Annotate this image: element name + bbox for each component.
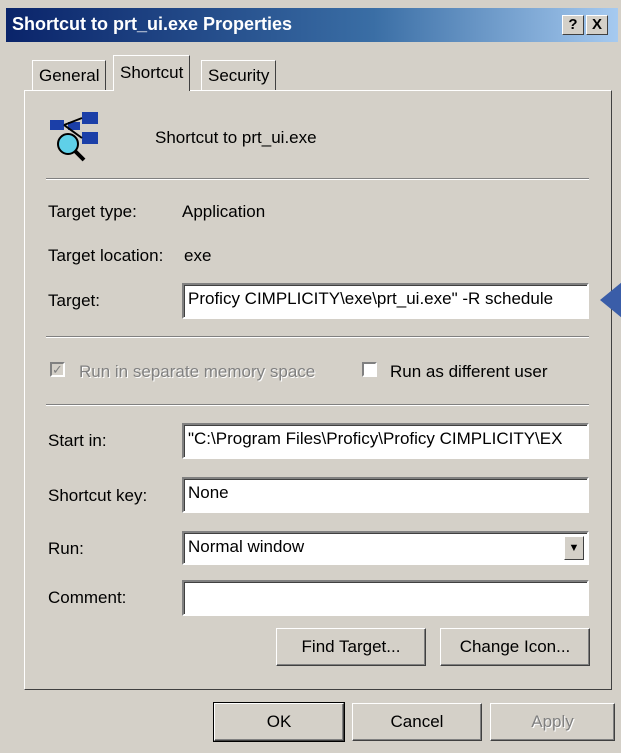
tab-security[interactable]: Security (201, 60, 277, 90)
tab-general[interactable]: General (32, 60, 107, 90)
target-type-label: Target type: (48, 202, 137, 221)
callout-arrow (600, 282, 621, 318)
tab-shortcut[interactable]: Shortcut (113, 55, 191, 91)
apply-button[interactable]: Apply (490, 703, 615, 741)
different-user-checkbox[interactable] (362, 362, 377, 377)
separator (46, 404, 589, 406)
cancel-button[interactable]: Cancel (352, 703, 482, 741)
target-label: Target: (48, 291, 100, 310)
start-in-input[interactable]: "C:\Program Files\Proficy\Proficy CIMPLI… (182, 423, 589, 459)
shortcut-key-label: Shortcut key: (48, 486, 148, 505)
target-input[interactable]: Proficy CIMPLICITY\exe\prt_ui.exe" -R sc… (182, 283, 589, 319)
start-in-label: Start in: (48, 431, 107, 450)
change-icon-button[interactable]: Change Icon... (440, 628, 590, 666)
ok-button[interactable]: OK (213, 702, 345, 742)
chevron-down-icon[interactable]: ▼ (564, 536, 584, 560)
target-type-value: Application (182, 202, 266, 221)
shortcut-name: Shortcut to prt_ui.exe (155, 128, 317, 147)
shortcut-key-input[interactable]: None (182, 477, 589, 513)
close-button[interactable]: X (586, 15, 608, 35)
properties-dialog: Shortcut to prt_ui.exe Properties ? X Ge… (0, 0, 621, 753)
target-location-label: Target location: (48, 246, 164, 265)
comment-input[interactable] (182, 580, 589, 616)
title-bar[interactable]: Shortcut to prt_ui.exe Properties ? X (6, 8, 618, 42)
separator (46, 336, 589, 338)
separate-memory-checkbox: ✓ (50, 362, 65, 377)
run-select[interactable]: Normal window (182, 531, 589, 565)
comment-label: Comment: (48, 588, 127, 607)
network-search-icon (48, 110, 102, 164)
different-user-label[interactable]: Run as different user (390, 362, 548, 382)
help-button[interactable]: ? (562, 15, 584, 35)
separate-memory-label: Run in separate memory space (79, 362, 316, 381)
run-label: Run: (48, 539, 84, 558)
target-location-value: exe (184, 246, 212, 265)
find-target-button[interactable]: Find Target... (276, 628, 426, 666)
window-title: Shortcut to prt_ui.exe Properties (12, 14, 293, 34)
separator (46, 178, 589, 180)
